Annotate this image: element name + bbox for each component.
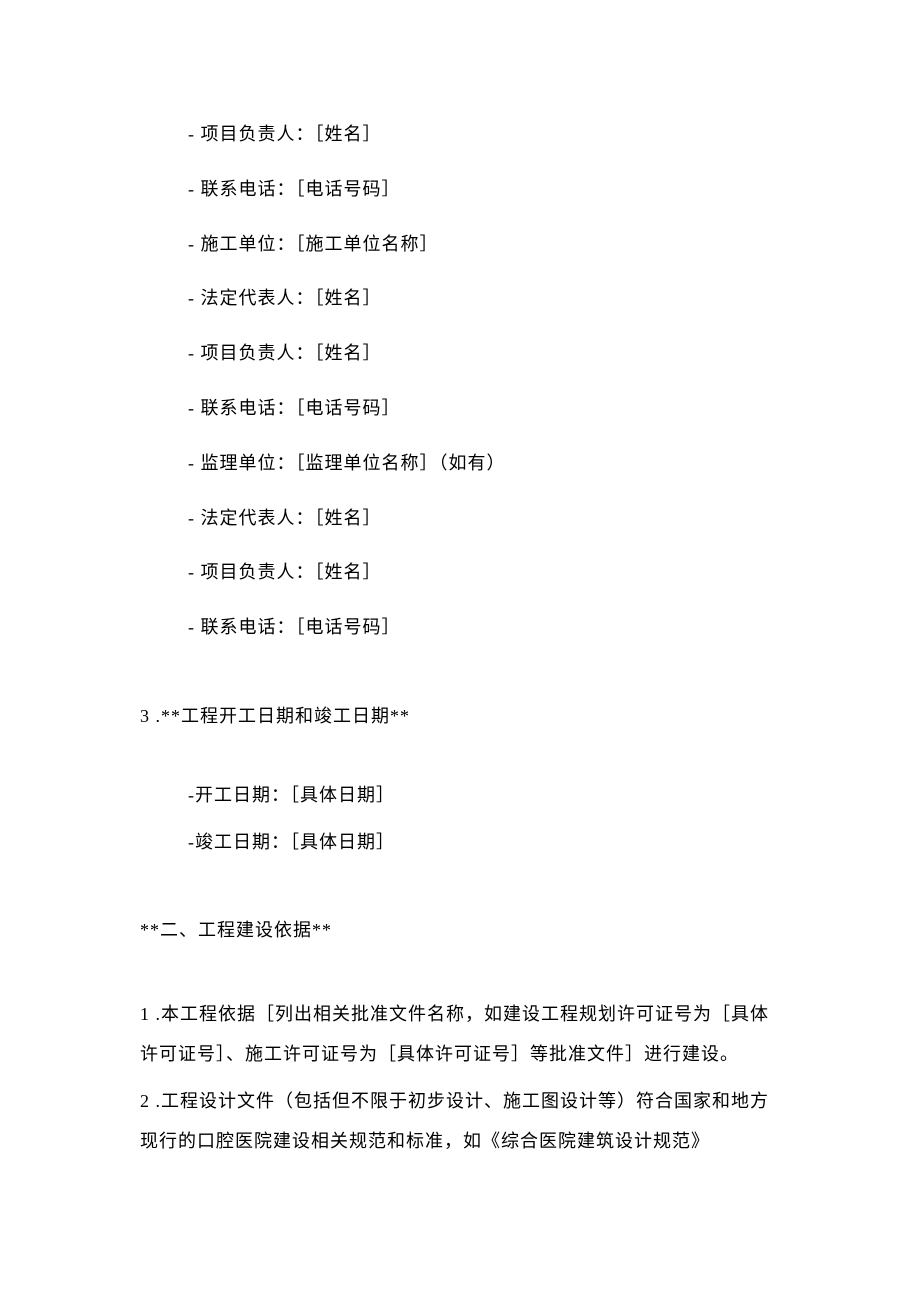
list-item: - 法定代表人：［姓名］ <box>140 504 780 533</box>
document-content: - 项目负责人：［姓名］ - 联系电话：［电话号码］ - 施工单位：［施工单位名… <box>140 120 780 1162</box>
list-item: - 监理单位：［监理单位名称］（如有） <box>140 449 780 478</box>
list-item: - 项目负责人：［姓名］ <box>140 339 780 368</box>
paragraph-2: 2 .工程设计文件（包括但不限于初步设计、施工图设计等）符合国家和地方现行的口腔… <box>140 1082 780 1161</box>
section-2-title: **二、工程建设依据** <box>140 916 780 945</box>
list-item: - 项目负责人：［姓名］ <box>140 120 780 149</box>
list-item: - 联系电话：［电话号码］ <box>140 175 780 204</box>
sub-list-item: -开工日期：［具体日期］ <box>140 781 780 810</box>
list-item: - 法定代表人：［姓名］ <box>140 284 780 313</box>
list-item: - 联系电话：［电话号码］ <box>140 394 780 423</box>
list-item: - 项目负责人：［姓名］ <box>140 558 780 587</box>
list-item: - 联系电话：［电话号码］ <box>140 613 780 642</box>
paragraph-1: 1 .本工程依据［列出相关批准文件名称，如建设工程规划许可证号为［具体许可证号］… <box>140 995 780 1074</box>
sub-list-item: -竣工日期：［具体日期］ <box>140 828 780 857</box>
section-3-header: 3 .**工程开工日期和竣工日期** <box>140 702 780 731</box>
list-item: - 施工单位：［施工单位名称］ <box>140 230 780 259</box>
